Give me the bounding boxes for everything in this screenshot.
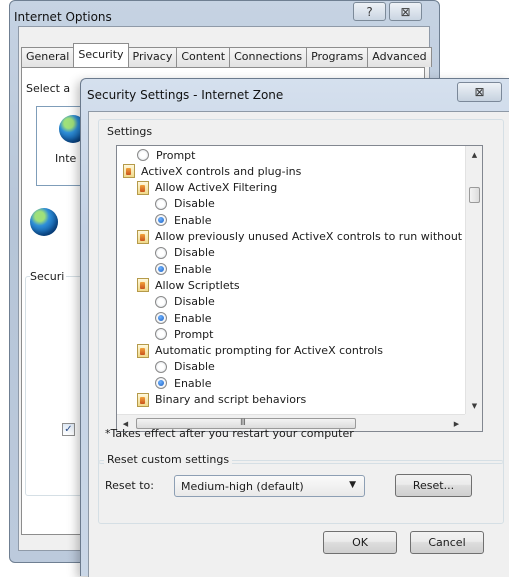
tree-category: Binary and script behaviors <box>137 392 306 408</box>
tree-row-label: Binary and script behaviors <box>155 393 307 406</box>
settings-category-icon <box>137 343 149 358</box>
scroll-up-arrow-icon[interactable]: ▲ <box>466 146 482 163</box>
tab-advanced[interactable]: Advanced <box>367 47 432 67</box>
settings-group-label: Settings <box>104 125 156 138</box>
tree-row-label: ActiveX controls and plug-ins <box>141 164 302 178</box>
tab-content[interactable]: Content <box>176 47 231 67</box>
tree-row-label: Enable <box>174 311 212 325</box>
tab-privacy[interactable]: Privacy <box>127 47 178 67</box>
settings-tree-viewport: Prompt ActiveX controls and plug-ins Allow… <box>117 146 465 414</box>
tree-option[interactable]: Prompt <box>155 326 213 342</box>
tree-row-label: Enable <box>174 213 212 227</box>
tree-row-label: Disable <box>174 360 215 374</box>
tab-connections[interactable]: Connections <box>229 47 308 67</box>
vertical-scrollbar[interactable]: ▲ ▼ <box>465 146 482 414</box>
tree-row-label: Enable <box>174 262 212 276</box>
tree-option[interactable]: Enable <box>155 310 211 326</box>
tree-category: Allow ActiveX Filtering <box>137 180 277 196</box>
tree-option[interactable]: Prompt <box>137 147 195 163</box>
tab-security[interactable]: Security <box>73 43 129 67</box>
tree-row-label: Allow previously unused ActiveX controls… <box>155 230 465 243</box>
reset-level-value: Medium-high (default) <box>181 479 304 493</box>
tab-general[interactable]: General <box>21 47 75 67</box>
tree-row-label: Disable <box>174 295 215 309</box>
tree-row-label: Disable <box>174 246 215 260</box>
select-zone-label: Select a <box>26 82 71 95</box>
zone-globe-icon <box>30 208 58 236</box>
reset-to-label: Reset to: <box>105 479 154 492</box>
chevron-down-icon: ▼ <box>349 480 356 490</box>
security-settings-title: Security Settings - Internet Zone <box>87 88 284 102</box>
internet-options-title-buttons: ? ⊠ <box>353 2 425 21</box>
settings-category-icon <box>137 392 149 407</box>
tree-row-label: Prompt <box>174 327 214 341</box>
tab-programs[interactable]: Programs <box>306 47 369 67</box>
cancel-button[interactable]: Cancel <box>410 531 484 554</box>
radio-checked-icon[interactable] <box>155 263 167 276</box>
radio-unchecked-icon[interactable] <box>155 328 167 341</box>
tree-option[interactable]: Enable <box>155 212 211 228</box>
radio-unchecked-icon[interactable] <box>137 149 149 161</box>
tree-option[interactable]: Disable <box>155 294 215 310</box>
radio-unchecked-icon[interactable] <box>155 360 167 373</box>
radio-unchecked-icon[interactable] <box>155 295 167 308</box>
tree-option[interactable]: Disable <box>155 359 215 375</box>
scroll-down-arrow-icon[interactable]: ▼ <box>466 397 482 414</box>
dialog-close-button[interactable]: ⊠ <box>457 82 502 102</box>
reset-button[interactable]: Reset... <box>395 474 472 497</box>
tree-row-label: Allow ActiveX Filtering <box>155 181 278 195</box>
tree-row-label: Allow Scriptlets <box>155 278 240 292</box>
tree-option[interactable]: Enable <box>155 375 211 391</box>
reset-group-label: Reset custom settings <box>104 453 233 466</box>
tree-option[interactable]: Enable <box>155 261 211 277</box>
internet-zone-label: Inte <box>55 152 77 165</box>
settings-category-icon <box>137 229 149 244</box>
tree-row-label: Disable <box>174 197 215 211</box>
internet-options-tabs: General Security Privacy Content Connections… <box>21 43 432 67</box>
tree-row-label: Enable <box>174 376 212 390</box>
reset-level-dropdown[interactable]: Medium-high (default) ▼ <box>174 475 365 497</box>
scroll-corner <box>465 414 482 431</box>
security-settings-client: Settings Prompt ActiveX controls and plug… <box>88 111 509 577</box>
scroll-right-arrow-icon[interactable]: ▶ <box>448 415 465 431</box>
restart-note: *Takes effect after you restart your com… <box>105 427 354 440</box>
tree-category: Allow Scriptlets <box>137 277 240 293</box>
ok-button[interactable]: OK <box>323 531 397 554</box>
protected-mode-checkbox[interactable]: ✓ <box>62 423 75 436</box>
settings-category-icon <box>123 164 135 179</box>
help-button[interactable]: ? <box>353 2 386 21</box>
settings-category-icon <box>137 180 149 195</box>
security-settings-dialog: Security Settings - Internet Zone ⊠ Sett… <box>80 78 509 577</box>
settings-category-icon <box>137 278 149 293</box>
tree-category: Automatic prompting for ActiveX controls <box>137 343 383 359</box>
radio-checked-icon[interactable] <box>155 312 167 324</box>
tree-category: ActiveX controls and plug-ins <box>123 163 301 179</box>
radio-checked-icon[interactable] <box>155 214 167 227</box>
internet-options-title: Internet Options <box>14 10 112 24</box>
radio-checked-icon[interactable] <box>155 377 167 390</box>
close-button[interactable]: ⊠ <box>389 2 422 21</box>
radio-unchecked-icon[interactable] <box>155 197 167 210</box>
tree-category: Allow previously unused ActiveX controls… <box>137 229 465 245</box>
settings-tree[interactable]: Prompt ActiveX controls and plug-ins Allow… <box>116 145 483 432</box>
tree-row-label: Automatic prompting for ActiveX controls <box>155 344 383 358</box>
radio-unchecked-icon[interactable] <box>155 246 167 259</box>
vertical-scroll-thumb[interactable] <box>469 187 480 203</box>
tree-row-label: Prompt <box>156 148 196 162</box>
tree-option[interactable]: Disable <box>155 245 215 261</box>
security-level-label: Securi <box>30 270 67 283</box>
tree-option[interactable]: Disable <box>155 196 215 212</box>
